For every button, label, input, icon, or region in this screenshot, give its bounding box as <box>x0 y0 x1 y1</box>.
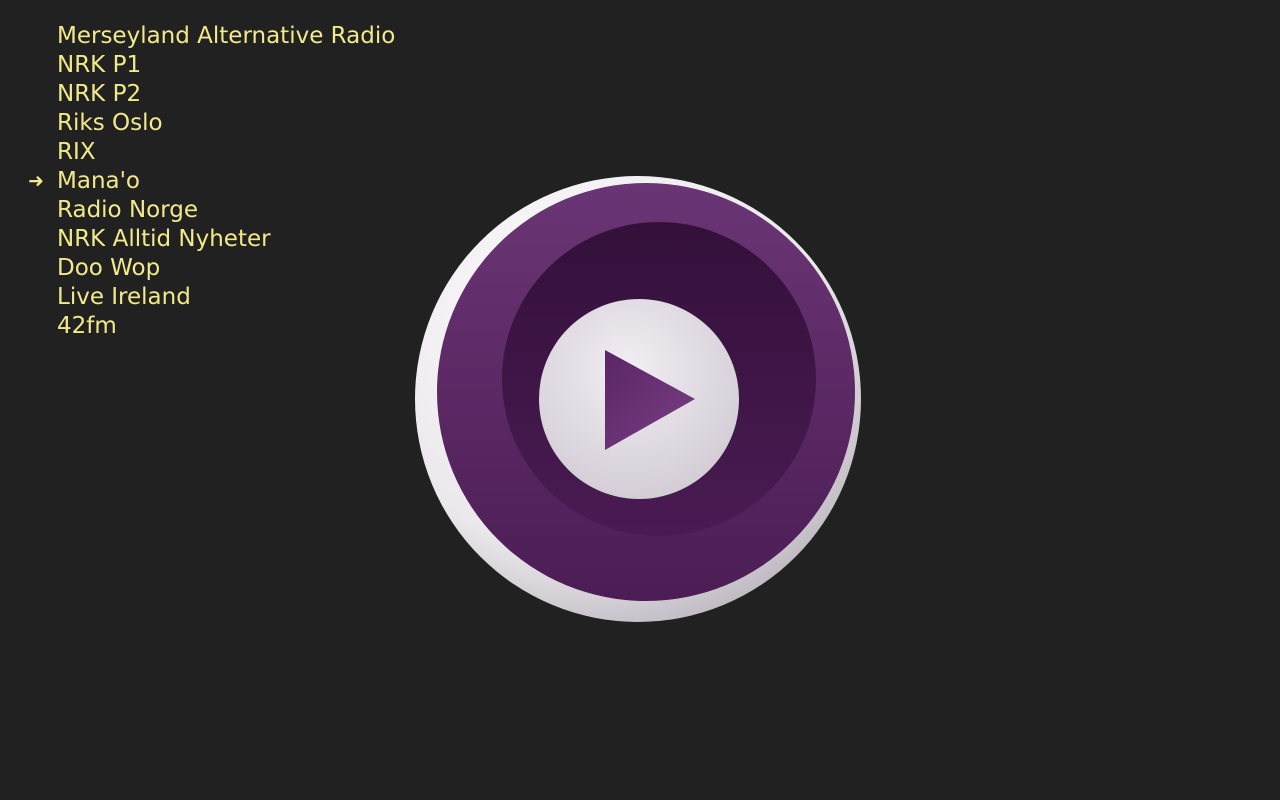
playlist-item[interactable]: Riks Oslo <box>0 109 395 138</box>
playlist-item-label: Merseyland Alternative Radio <box>57 23 396 49</box>
playlist-item-label: RIX <box>57 139 96 165</box>
logo-graphic <box>415 176 861 622</box>
playlist-item-label: Riks Oslo <box>57 110 163 136</box>
playlist: Merseyland Alternative Radio NRK P1 NRK … <box>0 22 395 341</box>
playlist-item[interactable]: Doo Wop <box>0 254 395 283</box>
playlist-item-label: NRK P2 <box>57 81 142 107</box>
playlist-item-label: Doo Wop <box>57 255 161 281</box>
mpv-play-logo-icon <box>414 174 864 624</box>
playlist-item[interactable]: Live Ireland <box>0 283 395 312</box>
playlist-item[interactable]: Merseyland Alternative Radio <box>0 22 395 51</box>
playlist-item-label: NRK Alltid Nyheter <box>57 226 271 252</box>
playlist-item-label: Mana'o <box>57 168 141 194</box>
playlist-item[interactable]: NRK Alltid Nyheter <box>0 225 395 254</box>
playlist-item[interactable]: 42fm <box>0 312 395 341</box>
playlist-item[interactable]: Radio Norge <box>0 196 395 225</box>
playlist-item[interactable]: RIX <box>0 138 395 167</box>
current-item-arrow-icon: ➜ <box>28 170 44 192</box>
playlist-item-label: 42fm <box>57 313 117 339</box>
playlist-item[interactable]: NRK P1 <box>0 51 395 80</box>
playlist-item[interactable]: NRK P2 <box>0 80 395 109</box>
playlist-item-label: Radio Norge <box>57 197 199 223</box>
playlist-item-label: Live Ireland <box>57 284 191 310</box>
playlist-item-label: NRK P1 <box>57 52 142 78</box>
playlist-item-current[interactable]: ➜ Mana'o <box>0 167 395 196</box>
